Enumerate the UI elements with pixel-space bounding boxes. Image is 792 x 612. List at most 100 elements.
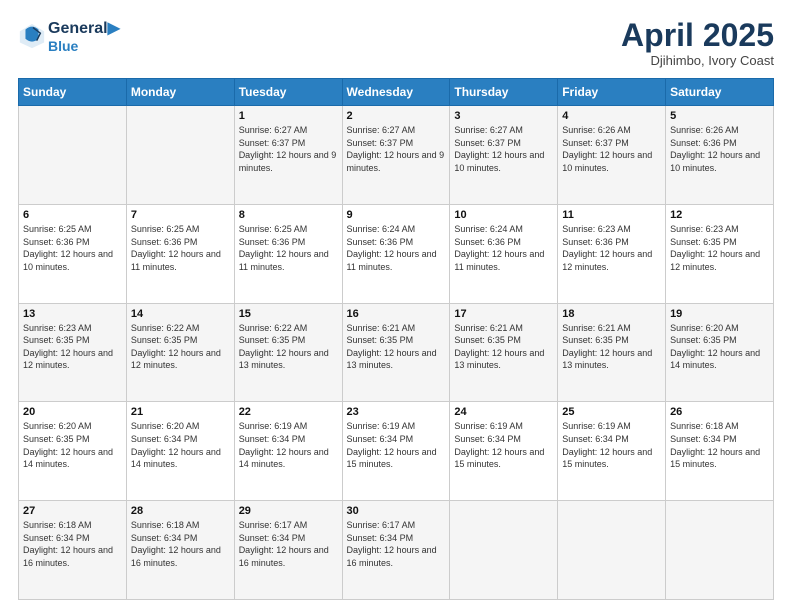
day-number: 30 — [347, 505, 446, 517]
day-number: 12 — [670, 209, 769, 221]
weekday-header-sunday: Sunday — [19, 79, 127, 106]
day-info: Sunrise: 6:21 AM Sunset: 6:35 PM Dayligh… — [454, 322, 553, 372]
day-number: 18 — [562, 308, 661, 320]
calendar-cell: 11 Sunrise: 6:23 AM Sunset: 6:36 PM Dayli… — [558, 204, 666, 303]
day-number: 7 — [131, 209, 230, 221]
day-info: Sunrise: 6:27 AM Sunset: 6:37 PM Dayligh… — [454, 124, 553, 174]
weekday-header-monday: Monday — [126, 79, 234, 106]
day-info: Sunrise: 6:18 AM Sunset: 6:34 PM Dayligh… — [131, 519, 230, 569]
calendar-cell — [19, 106, 127, 205]
calendar-week-row: 13 Sunrise: 6:23 AM Sunset: 6:35 PM Dayli… — [19, 303, 774, 402]
calendar-cell: 28 Sunrise: 6:18 AM Sunset: 6:34 PM Dayli… — [126, 501, 234, 600]
day-number: 9 — [347, 209, 446, 221]
day-number: 14 — [131, 308, 230, 320]
day-info: Sunrise: 6:24 AM Sunset: 6:36 PM Dayligh… — [454, 223, 553, 273]
calendar-cell: 21 Sunrise: 6:20 AM Sunset: 6:34 PM Dayli… — [126, 402, 234, 501]
logo-icon — [18, 22, 46, 50]
calendar-cell: 26 Sunrise: 6:18 AM Sunset: 6:34 PM Dayli… — [666, 402, 774, 501]
day-number: 8 — [239, 209, 338, 221]
day-info: Sunrise: 6:26 AM Sunset: 6:37 PM Dayligh… — [562, 124, 661, 174]
calendar-cell: 7 Sunrise: 6:25 AM Sunset: 6:36 PM Daylig… — [126, 204, 234, 303]
calendar-cell: 23 Sunrise: 6:19 AM Sunset: 6:34 PM Dayli… — [342, 402, 450, 501]
day-number: 13 — [23, 308, 122, 320]
day-info: Sunrise: 6:23 AM Sunset: 6:36 PM Dayligh… — [562, 223, 661, 273]
day-info: Sunrise: 6:21 AM Sunset: 6:35 PM Dayligh… — [347, 322, 446, 372]
calendar-cell: 9 Sunrise: 6:24 AM Sunset: 6:36 PM Daylig… — [342, 204, 450, 303]
day-info: Sunrise: 6:20 AM Sunset: 6:35 PM Dayligh… — [670, 322, 769, 372]
day-number: 17 — [454, 308, 553, 320]
logo-text: General▶ Blue — [48, 18, 120, 54]
calendar-week-row: 6Sunrise: 6:25 AM Sunset: 6:36 PM Daylig… — [19, 204, 774, 303]
calendar-cell — [126, 106, 234, 205]
calendar-week-row: 27 Sunrise: 6:18 AM Sunset: 6:34 PM Dayli… — [19, 501, 774, 600]
day-number: 19 — [670, 308, 769, 320]
day-info: Sunrise: 6:18 AM Sunset: 6:34 PM Dayligh… — [23, 519, 122, 569]
day-number: 21 — [131, 406, 230, 418]
location-subtitle: Djihimbo, Ivory Coast — [621, 53, 774, 68]
day-info: Sunrise: 6:19 AM Sunset: 6:34 PM Dayligh… — [239, 420, 338, 470]
day-number: 10 — [454, 209, 553, 221]
calendar-cell: 24 Sunrise: 6:19 AM Sunset: 6:34 PM Dayli… — [450, 402, 558, 501]
day-number: 24 — [454, 406, 553, 418]
day-number: 22 — [239, 406, 338, 418]
calendar-cell: 27 Sunrise: 6:18 AM Sunset: 6:34 PM Dayli… — [19, 501, 127, 600]
day-info: Sunrise: 6:20 AM Sunset: 6:34 PM Dayligh… — [131, 420, 230, 470]
day-number: 3 — [454, 110, 553, 122]
calendar-week-row: 20Sunrise: 6:20 AM Sunset: 6:35 PM Dayli… — [19, 402, 774, 501]
day-number: 23 — [347, 406, 446, 418]
calendar-cell: 18 Sunrise: 6:21 AM Sunset: 6:35 PM Dayli… — [558, 303, 666, 402]
day-number: 4 — [562, 110, 661, 122]
day-number: 1 — [239, 110, 338, 122]
day-number: 15 — [239, 308, 338, 320]
day-number: 26 — [670, 406, 769, 418]
day-number: 27 — [23, 505, 122, 517]
day-info: Sunrise: 6:19 AM Sunset: 6:34 PM Dayligh… — [562, 420, 661, 470]
logo: General▶ Blue — [18, 18, 120, 54]
weekday-header-saturday: Saturday — [666, 79, 774, 106]
calendar-cell: 19 Sunrise: 6:20 AM Sunset: 6:35 PM Dayli… — [666, 303, 774, 402]
day-number: 20 — [23, 406, 122, 418]
header: General▶ Blue April 2025 Djihimbo, Ivory… — [18, 18, 774, 68]
day-info: Sunrise: 6:25 AM Sunset: 6:36 PM Dayligh… — [239, 223, 338, 273]
calendar-cell: 8 Sunrise: 6:25 AM Sunset: 6:36 PM Daylig… — [234, 204, 342, 303]
day-info: Sunrise: 6:22 AM Sunset: 6:35 PM Dayligh… — [239, 322, 338, 372]
weekday-header-wednesday: Wednesday — [342, 79, 450, 106]
calendar-cell — [450, 501, 558, 600]
weekday-header-friday: Friday — [558, 79, 666, 106]
calendar-cell — [558, 501, 666, 600]
day-number: 16 — [347, 308, 446, 320]
day-info: Sunrise: 6:17 AM Sunset: 6:34 PM Dayligh… — [347, 519, 446, 569]
day-info: Sunrise: 6:22 AM Sunset: 6:35 PM Dayligh… — [131, 322, 230, 372]
day-number: 29 — [239, 505, 338, 517]
calendar-cell: 17 Sunrise: 6:21 AM Sunset: 6:35 PM Dayli… — [450, 303, 558, 402]
calendar-table: SundayMondayTuesdayWednesdayThursdayFrid… — [18, 78, 774, 600]
calendar-cell: 15 Sunrise: 6:22 AM Sunset: 6:35 PM Dayli… — [234, 303, 342, 402]
day-info: Sunrise: 6:21 AM Sunset: 6:35 PM Dayligh… — [562, 322, 661, 372]
calendar-cell: 6Sunrise: 6:25 AM Sunset: 6:36 PM Daylig… — [19, 204, 127, 303]
day-info: Sunrise: 6:24 AM Sunset: 6:36 PM Dayligh… — [347, 223, 446, 273]
weekday-header-thursday: Thursday — [450, 79, 558, 106]
day-number: 11 — [562, 209, 661, 221]
calendar-cell: 4 Sunrise: 6:26 AM Sunset: 6:37 PM Daylig… — [558, 106, 666, 205]
calendar-cell: 10 Sunrise: 6:24 AM Sunset: 6:36 PM Dayli… — [450, 204, 558, 303]
day-number: 2 — [347, 110, 446, 122]
calendar-cell: 25Sunrise: 6:19 AM Sunset: 6:34 PM Dayli… — [558, 402, 666, 501]
weekday-header-tuesday: Tuesday — [234, 79, 342, 106]
day-info: Sunrise: 6:25 AM Sunset: 6:36 PM Dayligh… — [131, 223, 230, 273]
day-info: Sunrise: 6:18 AM Sunset: 6:34 PM Dayligh… — [670, 420, 769, 470]
day-info: Sunrise: 6:27 AM Sunset: 6:37 PM Dayligh… — [239, 124, 338, 174]
day-number: 5 — [670, 110, 769, 122]
day-number: 28 — [131, 505, 230, 517]
day-info: Sunrise: 6:27 AM Sunset: 6:37 PM Dayligh… — [347, 124, 446, 174]
calendar-cell: 30 Sunrise: 6:17 AM Sunset: 6:34 PM Dayli… — [342, 501, 450, 600]
day-info: Sunrise: 6:23 AM Sunset: 6:35 PM Dayligh… — [23, 322, 122, 372]
day-info: Sunrise: 6:19 AM Sunset: 6:34 PM Dayligh… — [347, 420, 446, 470]
day-info: Sunrise: 6:19 AM Sunset: 6:34 PM Dayligh… — [454, 420, 553, 470]
month-title: April 2025 — [621, 18, 774, 53]
day-info: Sunrise: 6:23 AM Sunset: 6:35 PM Dayligh… — [670, 223, 769, 273]
calendar-cell: 16 Sunrise: 6:21 AM Sunset: 6:35 PM Dayli… — [342, 303, 450, 402]
day-info: Sunrise: 6:26 AM Sunset: 6:36 PM Dayligh… — [670, 124, 769, 174]
day-info: Sunrise: 6:17 AM Sunset: 6:34 PM Dayligh… — [239, 519, 338, 569]
calendar-cell: 14 Sunrise: 6:22 AM Sunset: 6:35 PM Dayli… — [126, 303, 234, 402]
calendar-cell: 1 Sunrise: 6:27 AM Sunset: 6:37 PM Daylig… — [234, 106, 342, 205]
